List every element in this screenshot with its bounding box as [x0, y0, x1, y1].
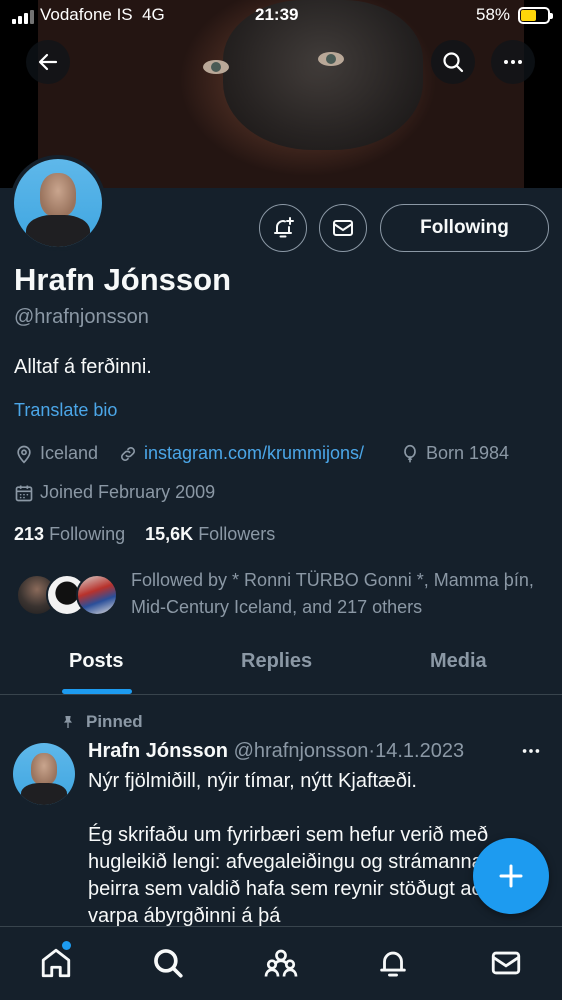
pinned-label: Pinned	[60, 712, 143, 732]
translate-bio-link[interactable]: Translate bio	[14, 400, 117, 421]
website-item[interactable]: instagram.com/krummijons/	[118, 443, 364, 464]
location-pin-icon	[17, 445, 31, 464]
nav-search[interactable]	[148, 943, 188, 983]
tab-replies[interactable]: Replies	[241, 650, 312, 673]
tweet-text[interactable]: Nýr fjölmiðill, nýir tímar, nýtt Kjaftæð…	[88, 768, 528, 930]
profile-tabs: Posts Replies Media	[0, 638, 562, 695]
tab-posts[interactable]: Posts	[69, 650, 123, 673]
follow-counts: 213 Following 15,6K Followers	[14, 524, 275, 545]
pin-icon	[64, 716, 72, 728]
nav-messages[interactable]	[486, 943, 526, 983]
profile-name: Hrafn Jónsson	[14, 262, 232, 297]
birth-item: Born 1984	[400, 443, 509, 464]
mail-icon	[491, 951, 521, 975]
banner-eye-right	[318, 52, 344, 66]
avatar-image	[14, 159, 102, 247]
following-count-link[interactable]: 213 Following	[14, 524, 125, 544]
battery-icon	[518, 7, 553, 24]
active-tab-indicator	[62, 689, 132, 694]
followed-by-text[interactable]: Followed by * Ronni TÜRBO Gonni *, Mamma…	[131, 567, 551, 621]
nav-home[interactable]	[36, 943, 76, 983]
nav-notifications[interactable]	[373, 943, 413, 983]
more-horizontal-icon	[522, 749, 540, 753]
calendar-icon	[15, 485, 33, 501]
joined-item: Joined February 2009	[14, 482, 215, 503]
birth-text: Born 1984	[426, 443, 510, 463]
status-bar: Vodafone IS 4G 21:39 58%	[0, 0, 562, 32]
back-button[interactable]	[26, 40, 70, 84]
home-icon	[41, 948, 71, 978]
location-text: Iceland	[40, 443, 99, 463]
tweet-author-handle[interactable]: @hrafnjonsson	[234, 740, 369, 762]
joined-text: Joined February 2009	[40, 482, 216, 502]
followers-label: Followers	[198, 524, 276, 544]
bell-icon	[380, 951, 406, 977]
plus-icon	[499, 864, 523, 888]
banner-eye-left	[203, 60, 229, 74]
profile-avatar[interactable]	[10, 155, 106, 251]
compose-button[interactable]	[473, 838, 549, 914]
signal-icon	[12, 10, 34, 24]
communities-icon	[264, 949, 298, 977]
search-icon	[443, 52, 464, 73]
followers-count-link[interactable]: 15,6K Followers	[145, 524, 275, 544]
tweet-text-body: Ég skrifaðu um fyrirbæri sem hefur verið…	[88, 824, 523, 927]
carrier-label: Vodafone IS 4G	[40, 5, 165, 24]
link-icon	[121, 446, 135, 461]
followed-by-avatars[interactable]	[16, 574, 118, 618]
nav-communities[interactable]	[261, 943, 301, 983]
profile-handle: @hrafnjonsson	[14, 306, 149, 328]
tweet-header: Hrafn Jónsson @hrafnjonsson·14.1.2023	[88, 740, 464, 763]
tweet-author-avatar[interactable]	[13, 743, 75, 805]
follower-avatar	[76, 574, 118, 616]
notify-button[interactable]	[259, 204, 307, 252]
battery-percent: 58%	[476, 5, 511, 24]
home-notification-dot	[62, 941, 71, 950]
mail-icon	[333, 220, 353, 236]
following-count: 213	[14, 524, 45, 544]
bottom-navigation	[0, 926, 562, 1000]
website-link[interactable]: instagram.com/krummijons/	[144, 443, 364, 464]
search-icon	[154, 949, 183, 978]
status-time: 21:39	[255, 5, 299, 24]
tweet-more-button[interactable]	[520, 740, 542, 768]
profile-bio: Alltaf á ferðinni.	[14, 356, 152, 378]
following-button[interactable]: Following	[380, 204, 549, 252]
following-label: Following	[49, 524, 126, 544]
balloon-icon	[404, 444, 416, 462]
message-button[interactable]	[319, 204, 367, 252]
followers-count: 15,6K	[145, 524, 194, 544]
battery-fill	[521, 10, 536, 21]
tweet-date[interactable]: 14.1.2023	[375, 740, 464, 762]
bell-plus-icon	[274, 217, 294, 238]
more-options-button[interactable]	[491, 40, 535, 84]
tweet-text-line1: Nýr fjölmiðill, nýir tímar, nýtt Kjaftæð…	[88, 770, 417, 792]
tweet-author-name[interactable]: Hrafn Jónsson	[88, 740, 228, 762]
back-arrow-icon	[38, 53, 58, 71]
location-item: Iceland	[14, 443, 98, 464]
more-horizontal-icon	[504, 60, 522, 64]
search-button[interactable]	[431, 40, 475, 84]
tab-media[interactable]: Media	[430, 650, 487, 673]
